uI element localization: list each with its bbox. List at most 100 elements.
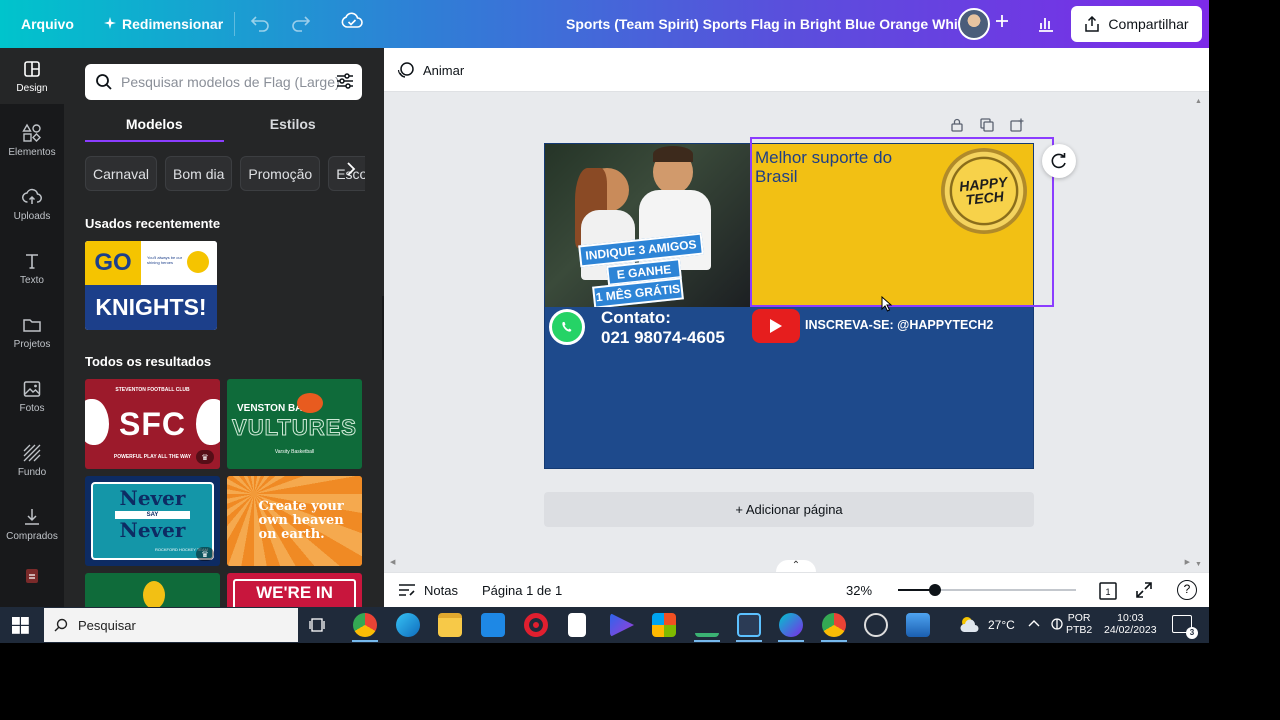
scroll-left-icon[interactable]: ◀ xyxy=(390,559,395,566)
notification-count: 3 xyxy=(1186,627,1198,639)
image-icon xyxy=(23,380,41,397)
animate-button[interactable]: Animar xyxy=(397,61,464,79)
subscribe-text[interactable]: INSCREVA-SE: @HAPPYTECH2 xyxy=(805,318,993,332)
notes-button[interactable]: Notas xyxy=(398,582,458,598)
zoom-slider-handle[interactable] xyxy=(929,584,941,596)
result-template-heaven[interactable]: Create your own heaven on earth. xyxy=(227,476,362,566)
youtube-icon[interactable] xyxy=(752,309,800,343)
obs-icon[interactable] xyxy=(864,613,888,637)
page-indicator[interactable]: Página 1 de 1 xyxy=(482,583,562,598)
insights-button[interactable] xyxy=(1028,8,1064,40)
chip-carnaval[interactable]: Carnaval xyxy=(85,156,158,191)
rail-label: Fotos xyxy=(19,402,45,414)
rail-item-design[interactable]: Design xyxy=(0,48,64,104)
result-template-green[interactable] xyxy=(85,573,220,607)
cloud-saved-icon[interactable] xyxy=(341,12,363,35)
rail-item-projects[interactable]: Projetos xyxy=(0,304,64,360)
add-page-icon[interactable] xyxy=(1010,118,1024,132)
toolbar-divider xyxy=(234,12,235,36)
recent-template-thumb[interactable]: GO You'll always be our shining heroes K… xyxy=(85,241,217,330)
chrome-icon[interactable] xyxy=(353,613,377,637)
tab-styles[interactable]: Estilos xyxy=(224,116,363,142)
taskbar-active-indicator xyxy=(736,640,762,642)
language-code: POR xyxy=(1067,612,1091,624)
add-collaborator-icon[interactable] xyxy=(994,12,1010,35)
installer-icon[interactable] xyxy=(737,613,761,637)
chip-promocao[interactable]: Promoção xyxy=(240,156,321,191)
fullscreen-button[interactable] xyxy=(1135,581,1153,604)
rail-item-background[interactable]: Fundo xyxy=(0,432,64,488)
sun-icon xyxy=(187,251,209,273)
redo-icon[interactable] xyxy=(291,14,311,37)
person-man-hair xyxy=(653,146,693,162)
tab-templates[interactable]: Modelos xyxy=(85,116,224,142)
photos-icon[interactable] xyxy=(906,613,930,637)
contact-block[interactable]: Contato: 021 98074-4605 xyxy=(601,308,725,348)
document-icon[interactable] xyxy=(568,613,586,637)
document-title[interactable]: Sports (Team Spirit) Sports Flag in Brig… xyxy=(566,16,974,32)
zoom-label[interactable]: 32% xyxy=(846,583,872,598)
language-indicator[interactable]: POR PTB2 xyxy=(1066,612,1092,636)
canva-icon[interactable] xyxy=(779,613,803,637)
chevron-right-icon[interactable] xyxy=(346,160,356,181)
file-menu[interactable]: Arquivo xyxy=(21,16,74,32)
app-icon[interactable] xyxy=(695,613,719,637)
mail-icon[interactable] xyxy=(481,613,505,637)
temperature[interactable]: 27°C xyxy=(988,618,1015,632)
contact-label: Contato: xyxy=(601,308,671,327)
task-view-icon[interactable] xyxy=(308,615,330,635)
chevron-up-icon[interactable]: ⌃ xyxy=(776,560,816,572)
page-grid-button[interactable]: 1 xyxy=(1098,581,1118,606)
rotate-icon[interactable] xyxy=(1042,144,1076,178)
whatsapp-icon[interactable] xyxy=(549,309,585,345)
media-player-icon[interactable] xyxy=(610,613,634,637)
chrome-profile-icon[interactable] xyxy=(822,613,846,637)
search-input[interactable]: Pesquisar modelos de Flag (Large) xyxy=(85,64,362,100)
resize-button[interactable]: Redimensionar xyxy=(104,16,223,32)
promo-photo[interactable]: INDIQUE 3 AMIGOS E GANHE 1 MÊS GRÁTIS xyxy=(545,144,751,307)
templates-panel: Pesquisar modelos de Flag (Large) Modelo… xyxy=(64,48,384,607)
scroll-up-icon[interactable]: ▲ xyxy=(1195,98,1202,105)
vulture-icon xyxy=(297,393,323,413)
result-template-were-in[interactable]: WE'RE IN xyxy=(227,573,362,607)
lock-icon[interactable] xyxy=(950,118,964,132)
rail-item-purchased[interactable]: Comprados xyxy=(0,496,64,552)
store-icon[interactable] xyxy=(652,613,676,637)
zoom-slider[interactable] xyxy=(898,584,1076,596)
scroll-down-icon[interactable]: ▼ xyxy=(1195,561,1202,568)
keyboard-layout: PTB2 xyxy=(1066,624,1093,636)
filter-icon[interactable] xyxy=(336,72,354,95)
rail-item-elements[interactable]: Elementos xyxy=(0,112,64,168)
contact-phone: 021 98074-4605 xyxy=(601,328,725,347)
result-template-vultures[interactable]: VENSTON BAY VULTURES Varsity Basketball xyxy=(227,379,362,469)
network-icon[interactable] xyxy=(1050,617,1064,634)
clock[interactable]: 10:03 24/02/2023 xyxy=(1104,612,1157,636)
rail-item-photos[interactable]: Fotos xyxy=(0,368,64,424)
taskbar-search-label: Pesquisar xyxy=(78,617,136,633)
windows-start-icon[interactable] xyxy=(12,617,29,639)
weather-icon[interactable] xyxy=(958,615,982,636)
rail-item-text[interactable]: Texto xyxy=(0,240,64,296)
opera-icon[interactable] xyxy=(524,613,548,637)
notification-icon[interactable]: 3 xyxy=(1172,615,1198,639)
rail-item-uploads[interactable]: Uploads xyxy=(0,176,64,232)
duplicate-icon[interactable] xyxy=(980,118,994,132)
pattern-icon xyxy=(23,444,41,461)
selection-outline xyxy=(750,137,1054,307)
editor-canvas-area: Animar ▲ ▼ ◀ ▶ INDIQUE 3 AMIGOS E GANHE … xyxy=(384,48,1209,607)
avatar[interactable] xyxy=(958,8,990,40)
taskbar-search[interactable]: Pesquisar xyxy=(44,608,298,642)
vertical-scrollbar[interactable]: ▲ ▼ xyxy=(1195,98,1203,568)
rail-item-app[interactable] xyxy=(0,556,64,596)
add-page-button[interactable]: + Adicionar página xyxy=(544,492,1034,527)
chip-bom-dia[interactable]: Bom dia xyxy=(165,156,233,191)
edge-icon[interactable] xyxy=(396,613,420,637)
share-button[interactable]: Compartilhar xyxy=(1071,6,1202,42)
undo-icon[interactable] xyxy=(250,14,270,37)
help-button[interactable]: ? xyxy=(1177,580,1197,600)
result-template-sfc[interactable]: STEVENTON FOOTBALL CLUB SFC POWERFUL PLA… xyxy=(85,379,220,469)
result-template-never-say-never[interactable]: Never SAY Never ROCKFORD HOCKEY TEAM ♛ xyxy=(85,476,220,566)
chevron-up-tray-icon[interactable] xyxy=(1028,617,1040,631)
file-explorer-icon[interactable] xyxy=(438,613,462,637)
scroll-right-icon[interactable]: ▶ xyxy=(1185,558,1190,566)
